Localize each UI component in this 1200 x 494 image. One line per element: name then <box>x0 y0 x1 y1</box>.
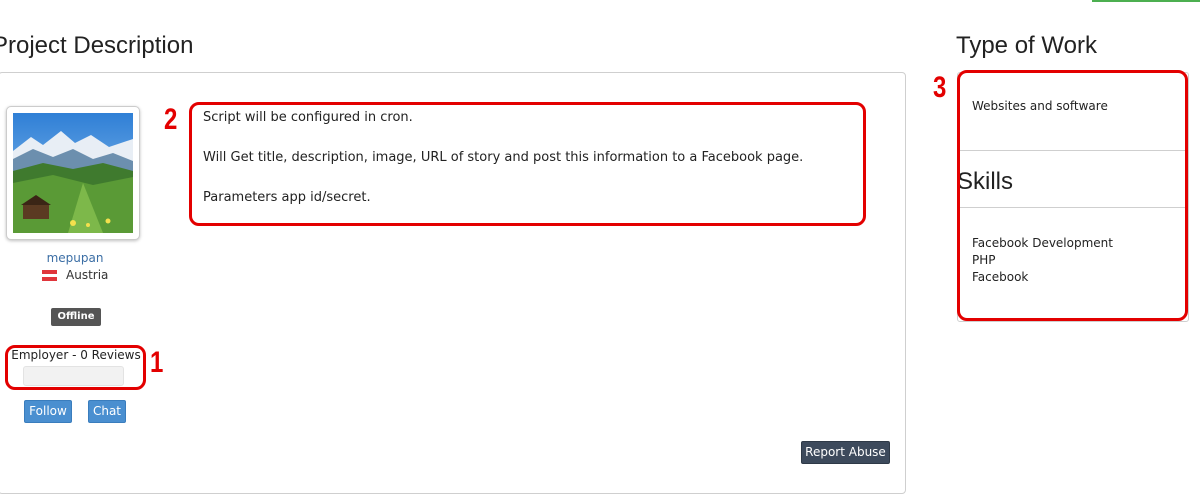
employer-username-link[interactable]: mepupan <box>0 251 150 265</box>
top-accent-bar <box>1092 0 1200 2</box>
follow-button[interactable]: Follow <box>24 400 72 423</box>
status-badge: Offline <box>51 308 101 326</box>
type-of-work-title: Type of Work <box>956 32 1097 59</box>
report-abuse-button[interactable]: Report Abuse <box>801 441 890 464</box>
highlight-box-reviews <box>5 345 146 390</box>
project-description-title: Project Description <box>0 32 194 59</box>
employer-country: Austria <box>66 268 109 282</box>
avatar[interactable] <box>13 113 133 233</box>
highlight-box-description <box>189 102 866 226</box>
avatar-landscape-image <box>13 113 133 233</box>
annotation-marker-1: 1 <box>150 346 164 379</box>
annotation-marker-2: 2 <box>164 103 178 136</box>
highlight-box-sidebar <box>957 70 1188 321</box>
annotation-marker-3: 3 <box>933 71 947 104</box>
chat-button[interactable]: Chat <box>88 400 126 423</box>
austria-flag-icon <box>42 270 57 281</box>
